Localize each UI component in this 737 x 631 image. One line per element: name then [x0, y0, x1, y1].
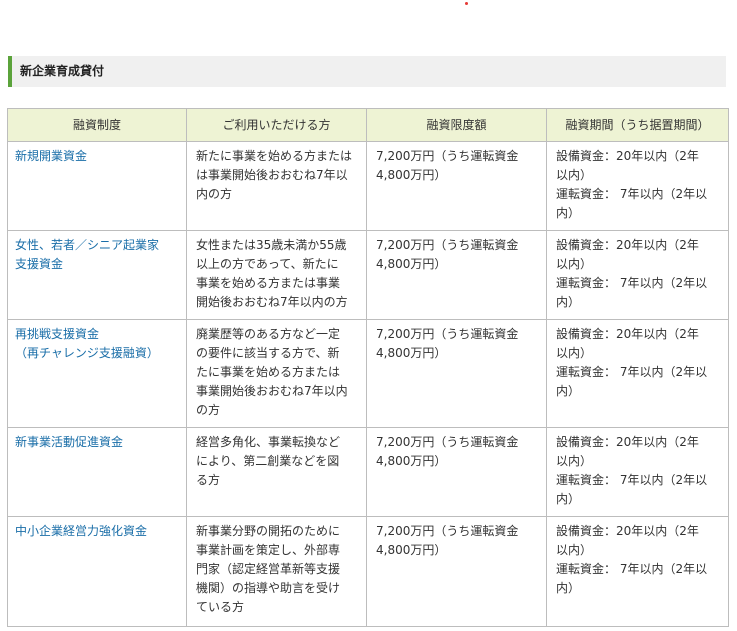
limit-text-line: 4,800万円） [376, 257, 447, 271]
eligible-text-line: 事業を始める方または事業 [196, 276, 341, 290]
eligible-text-line: により、第二創業などを図 [196, 454, 340, 468]
term-text-line: 内） [556, 581, 581, 595]
eligible-text-line: は事業開始後おおむね7年以 [196, 168, 348, 182]
term-text-line: 内） [556, 492, 581, 506]
eligible-text-line: たに事業を始める方または [196, 365, 341, 379]
eligible-cell: 新事業分野の開拓のために 事業計画を策定し、外部専 門家（認定経営革新等支援 機関）の… [186, 516, 367, 627]
limit-cell: 7,200万円（うち運転資金 4,800万円） [366, 319, 547, 428]
term-text-line: 設備資金：20年以内（2年 [556, 435, 699, 449]
loan-program-name[interactable]: 再挑戦支援資金 （再チャレンジ支援融資） [7, 319, 187, 428]
table-row: 女性、若者／シニア起業家 支援資金 女性または35歳未満か55歳 以上の方であって、新… [7, 230, 729, 320]
eligible-text-line: 新事業分野の開拓のために [196, 524, 341, 538]
term-cell: 設備資金：20年以内（2年 以内） 運転資金： 7年以内（2年以 内） [546, 230, 729, 320]
table-header-row: 融資制度 ご利用いただける方 融資限度額 融資期間（うち据置期間） [7, 108, 729, 142]
name-text-line[interactable]: （再チャレンジ支援融資） [15, 344, 180, 363]
limit-cell: 7,200万円（うち運転資金 4,800万円） [366, 427, 547, 517]
red-dot-marker [465, 2, 468, 5]
term-text-line: 以内） [556, 346, 593, 360]
term-text-line: 設備資金：20年以内（2年 [556, 238, 699, 252]
term-text-line: 以内） [556, 543, 593, 557]
term-text-line: 運転資金： 7年以内（2年以 [556, 473, 708, 487]
limit-text-line: 7,200万円（うち運転資金 [376, 435, 519, 449]
eligible-cell: 女性または35歳未満か55歳 以上の方であって、新たに 事業を始める方または事業 開始… [186, 230, 367, 320]
eligible-text-line: 開始後おおむね7年以内の方 [196, 295, 348, 309]
term-text-line: 設備資金：20年以内（2年 [556, 524, 699, 538]
eligible-text-line: 以上の方であって、新たに [196, 257, 339, 271]
loan-table: 融資制度 ご利用いただける方 融資限度額 融資期間（うち据置期間） 新規開業資金… [7, 108, 729, 627]
limit-text-line: 7,200万円（うち運転資金 [376, 149, 519, 163]
term-cell: 設備資金：20年以内（2年 以内） 運転資金： 7年以内（2年以 内） [546, 427, 729, 517]
term-text-line: 運転資金： 7年以内（2年以 [556, 562, 708, 576]
term-text-line: 内） [556, 384, 581, 398]
eligible-text-line: る方 [196, 473, 221, 487]
name-text-line[interactable]: 再挑戦支援資金 [15, 325, 180, 344]
eligible-cell: 経営多角化、事業転換など により、第二創業などを図 る方 [186, 427, 367, 517]
limit-text-line: 4,800万円） [376, 454, 447, 468]
eligible-text-line: 経営多角化、事業転換など [196, 435, 341, 449]
section-heading: 新企業育成貸付 [8, 56, 726, 87]
limit-text-line: 7,200万円（うち運転資金 [376, 524, 519, 538]
term-text-line: 以内） [556, 454, 593, 468]
header-limit: 融資限度額 [366, 108, 547, 142]
name-text-line[interactable]: 新事業活動促進資金 [15, 433, 180, 452]
term-text-line: 運転資金： 7年以内（2年以 [556, 187, 708, 201]
term-text-line: 内） [556, 295, 581, 309]
eligible-cell: 廃業歴等のある方など一定 の要件に該当する方で、新 たに事業を始める方または 事業開始… [186, 319, 367, 428]
header-term: 融資期間（うち据置期間） [546, 108, 729, 142]
term-text-line: 以内） [556, 168, 593, 182]
table-row: 新規開業資金 新たに事業を始める方または は事業開始後おおむね7年以 内の方 7,200… [7, 141, 729, 231]
eligible-text-line: 内の方 [196, 187, 233, 201]
table-row: 再挑戦支援資金 （再チャレンジ支援融資） 廃業歴等のある方など一定 の要件に該当する方… [7, 319, 729, 428]
limit-text-line: 7,200万円（うち運転資金 [376, 327, 519, 341]
eligible-text-line: 事業開始後おおむね7年以内 [196, 384, 348, 398]
term-text-line: 運転資金： 7年以内（2年以 [556, 365, 708, 379]
term-cell: 設備資金：20年以内（2年 以内） 運転資金： 7年以内（2年以 内） [546, 516, 729, 627]
eligible-text-line: 事業計画を策定し、外部専 [196, 543, 341, 557]
eligible-text-line: 廃業歴等のある方など一定 [196, 327, 341, 341]
loan-program-link[interactable]: 新規開業資金 [15, 147, 180, 166]
term-text-line: 以内） [556, 257, 593, 271]
name-text-line[interactable]: 新規開業資金 [15, 147, 180, 166]
loan-program-link[interactable]: 女性、若者／シニア起業家 支援資金 [15, 236, 180, 274]
term-text-line: 設備資金：20年以内（2年 [556, 327, 699, 341]
term-text-line: 内） [556, 206, 581, 220]
loan-program-name[interactable]: 女性、若者／シニア起業家 支援資金 [7, 230, 187, 320]
eligible-text-line: 女性または35歳未満か55歳 [196, 238, 347, 252]
loan-program-name[interactable]: 中小企業経営力強化資金 [7, 516, 187, 627]
name-text-line[interactable]: 中小企業経営力強化資金 [15, 522, 180, 541]
eligible-text-line: 機関）の指導や助言を受け [196, 581, 341, 595]
term-cell: 設備資金：20年以内（2年 以内） 運転資金： 7年以内（2年以 内） [546, 141, 729, 231]
eligible-cell: 新たに事業を始める方または は事業開始後おおむね7年以 内の方 [186, 141, 367, 231]
header-eligible: ご利用いただける方 [186, 108, 367, 142]
loan-program-link[interactable]: 再挑戦支援資金 （再チャレンジ支援融資） [15, 325, 180, 363]
loan-program-link[interactable]: 中小企業経営力強化資金 [15, 522, 180, 541]
loan-program-name[interactable]: 新規開業資金 [7, 141, 187, 231]
limit-cell: 7,200万円（うち運転資金 4,800万円） [366, 141, 547, 231]
limit-cell: 7,200万円（うち運転資金 4,800万円） [366, 230, 547, 320]
limit-text-line: 7,200万円（うち運転資金 [376, 238, 519, 252]
eligible-text-line: の方 [196, 403, 221, 417]
loan-program-link[interactable]: 新事業活動促進資金 [15, 433, 180, 452]
term-cell: 設備資金：20年以内（2年 以内） 運転資金： 7年以内（2年以 内） [546, 319, 729, 428]
header-loan-program: 融資制度 [7, 108, 187, 142]
limit-text-line: 4,800万円） [376, 346, 447, 360]
name-text-line[interactable]: 女性、若者／シニア起業家 [15, 236, 180, 255]
eligible-text-line: 新たに事業を始める方または [196, 149, 353, 163]
limit-text-line: 4,800万円） [376, 168, 447, 182]
loan-program-name[interactable]: 新事業活動促進資金 [7, 427, 187, 517]
term-text-line: 運転資金： 7年以内（2年以 [556, 276, 708, 290]
name-text-line[interactable]: 支援資金 [15, 255, 180, 274]
term-text-line: 設備資金：20年以内（2年 [556, 149, 699, 163]
limit-text-line: 4,800万円） [376, 543, 447, 557]
table-row: 中小企業経営力強化資金 新事業分野の開拓のために 事業計画を策定し、外部専 門家（認定… [7, 516, 729, 627]
eligible-text-line: ている方 [196, 600, 245, 614]
eligible-text-line: 門家（認定経営革新等支援 [196, 562, 341, 576]
eligible-text-line: の要件に該当する方で、新 [196, 346, 340, 360]
table-row: 新事業活動促進資金 経営多角化、事業転換など により、第二創業などを図 る方 7,200… [7, 427, 729, 517]
limit-cell: 7,200万円（うち運転資金 4,800万円） [366, 516, 547, 627]
